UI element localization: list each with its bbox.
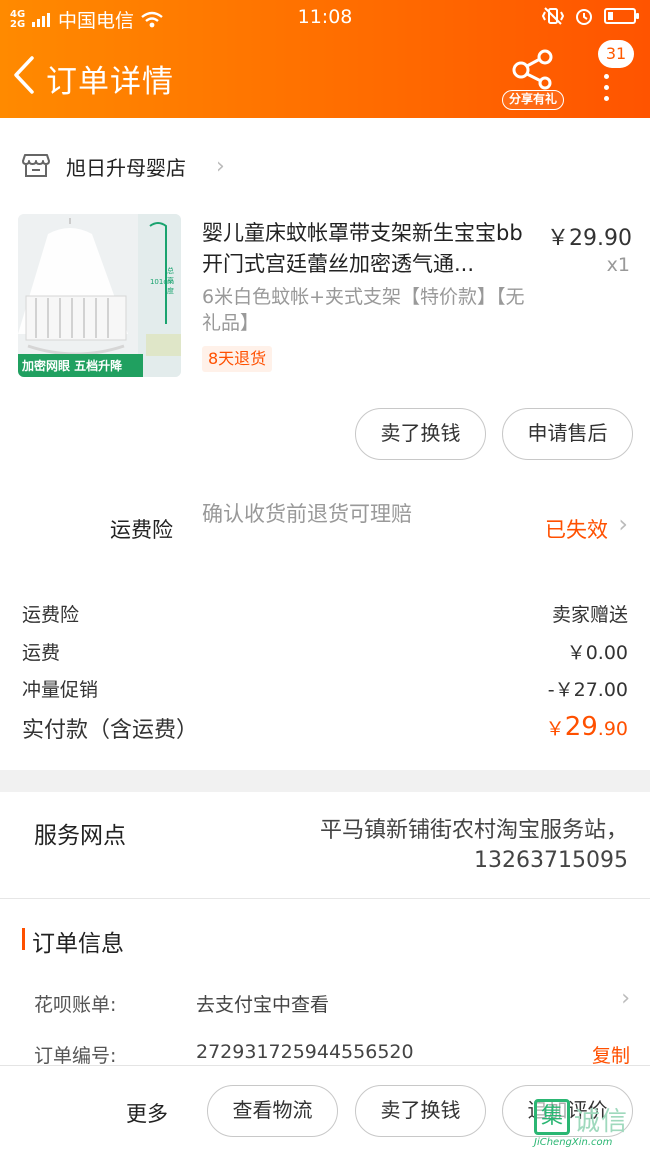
fee-value: 卖家赠送 [551, 604, 628, 626]
total-paid-row: 实付款（含运费） ￥29.90 [22, 712, 628, 748]
service-point-phone: 13263715095 [474, 848, 628, 873]
insurance-desc: 确认收货前退货可理赔 [202, 502, 412, 526]
product-title: 婴儿童床蚊帐罩带支架新生宝宝bb开门式宫廷蕾丝加密透气通... [202, 221, 523, 276]
copy-button[interactable]: 复制 [592, 1041, 630, 1068]
more-button[interactable]: 更多 [126, 1098, 168, 1128]
battery-icon [604, 8, 639, 24]
chevron-left-icon [14, 56, 34, 94]
crib-mosquito-net-image [18, 214, 181, 377]
huabei-value: 去支付宝中查看 [196, 994, 330, 1016]
fee-label: 冲量促销 [22, 679, 99, 701]
message-count-badge: 31 [598, 40, 634, 68]
divider [0, 898, 650, 899]
more-menu-button[interactable]: 31 [588, 40, 634, 104]
share-button[interactable]: 分享有礼 [500, 46, 566, 110]
nav-bar: 订单详情 分享有礼 31 [0, 40, 650, 114]
huabei-row[interactable]: 花呗账单: 去支付宝中查看 › [34, 986, 630, 1020]
battery-level [608, 12, 613, 20]
shipping-insurance-row[interactable]: 运费险 确认收货前退货可理赔 已失效 › [0, 490, 650, 560]
thumb-banner: 加密网眼 五档升降 [22, 359, 123, 373]
section-gap [0, 770, 650, 792]
product-sku: 6米白色蚊帐+夹式支架【特价款】【无礼品】 [202, 286, 525, 334]
chevron-right-icon: › [216, 154, 225, 179]
alarm-icon [576, 9, 592, 25]
product-price: ￥29.90 [547, 226, 632, 251]
sell-for-cash-bottom-button[interactable]: 卖了换钱 [355, 1085, 486, 1137]
fee-label: 运费险 [22, 604, 80, 626]
chevron-right-icon: › [618, 510, 628, 538]
fee-row-insurance: 运费险 卖家赠送 [22, 600, 628, 630]
chevron-right-icon: › [621, 986, 630, 1011]
service-point-label: 服务网点 [34, 823, 126, 849]
fee-row-promotion: 冲量促销 -￥27.00 [22, 675, 628, 705]
product-thumbnail[interactable]: 总高度 101cm 加密网眼 五档升降 [18, 214, 181, 377]
status-bar: 4G 2G 中国电信 11:08 [0, 0, 650, 36]
watermark-text: 诚信 [574, 1107, 629, 1137]
view-logistics-button[interactable]: 查看物流 [207, 1085, 338, 1137]
total-decimal: .90 [597, 718, 628, 740]
page-title: 订单详情 [46, 64, 174, 100]
fee-value: ￥0.00 [566, 642, 628, 664]
service-point-value: 平马镇新铺街农村淘宝服务站， 13263715095 [228, 816, 628, 876]
section-accent-bar [22, 928, 25, 950]
shop-row[interactable]: 旭日升母婴店 › [0, 118, 650, 208]
huabei-label: 花呗账单: [34, 994, 117, 1016]
header-bar: 4G 2G 中国电信 11:08 订单详情 分享有礼 31 [0, 0, 650, 118]
sell-for-cash-button[interactable]: 卖了换钱 [355, 408, 486, 460]
request-aftersale-button[interactable]: 申请售后 [502, 408, 633, 460]
product-quantity: x1 [606, 254, 630, 276]
order-number-label: 订单编号: [34, 1045, 117, 1067]
insurance-label: 运费险 [110, 518, 173, 542]
total-amount: ￥29.90 [546, 712, 628, 742]
status-right [542, 6, 639, 26]
watermark-url: JiChengXin.com [534, 1137, 613, 1148]
watermark-logo: 集 [534, 1099, 570, 1135]
share-reward-label: 分享有礼 [502, 90, 564, 110]
order-number-value: 272931725944556520 [196, 1041, 414, 1063]
return-policy-tag: 8天退货 [202, 346, 273, 372]
total-integer: 29 [564, 712, 598, 742]
share-icon [512, 49, 553, 90]
product-item[interactable]: 总高度 101cm 加密网眼 五档升降 婴儿童床蚊帐罩带支架新生宝宝bb开门式宫… [0, 210, 650, 390]
order-info-title: 订单信息 [32, 931, 124, 957]
fee-value: -￥27.00 [547, 679, 628, 701]
back-button[interactable] [8, 52, 44, 98]
watermark: 集 诚信 JiChengXin.com [534, 1097, 646, 1149]
fee-label: 运费 [22, 642, 61, 664]
currency-symbol: ￥ [545, 718, 565, 740]
shop-name: 旭日升母婴店 [66, 156, 186, 180]
service-point-name: 平马镇新铺街农村淘宝服务站， [319, 818, 628, 843]
thumb-measure-2: 101cm [149, 278, 174, 286]
store-icon [22, 154, 50, 177]
vertical-dots-icon [604, 74, 610, 107]
insurance-status: 已失效 [545, 518, 608, 542]
fee-row-shipping: 运费 ￥0.00 [22, 638, 628, 668]
total-label: 实付款（含运费） [22, 718, 199, 743]
vibrate-icon [542, 7, 564, 25]
